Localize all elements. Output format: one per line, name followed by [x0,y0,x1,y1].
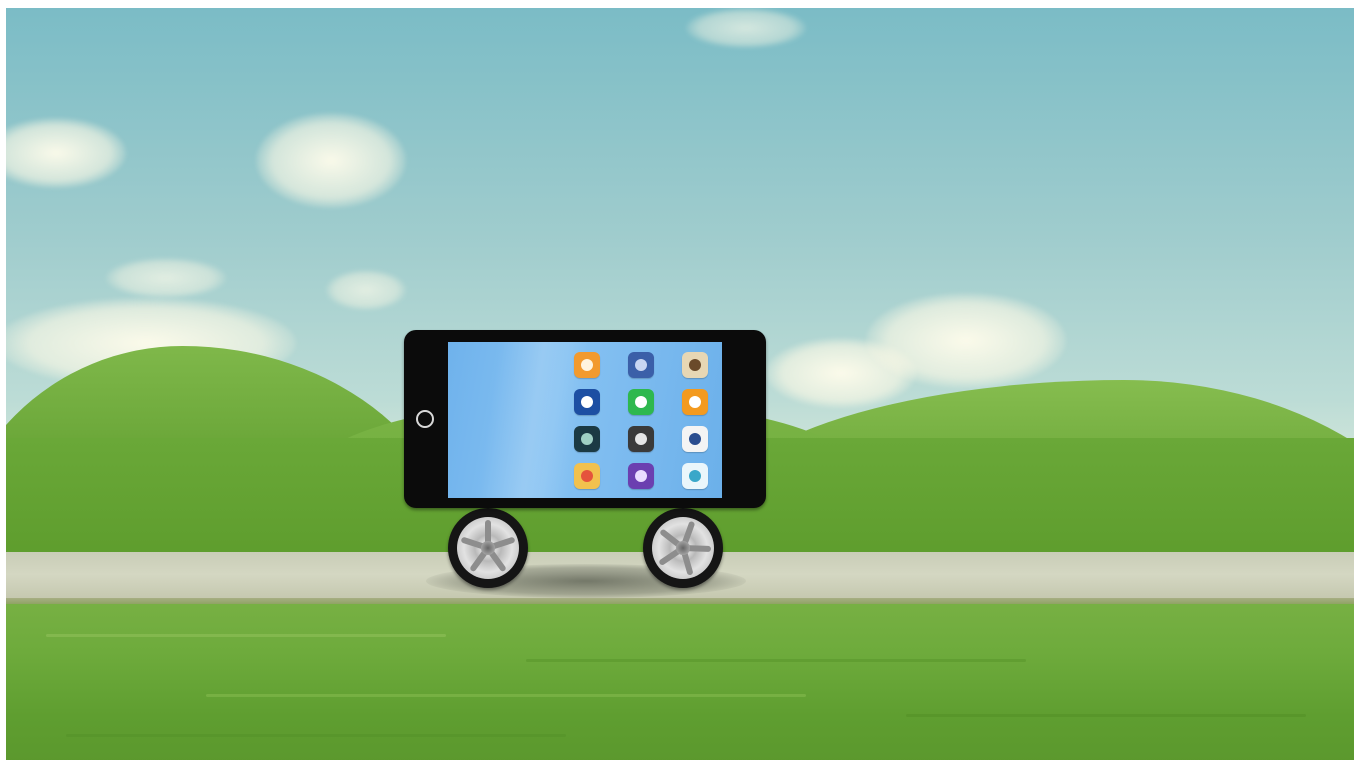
grass-streak [46,634,446,637]
app-glyph [635,470,647,482]
grass-streak [526,659,1026,662]
app-glyph [689,470,701,482]
front-wheel [643,508,723,588]
orange-cloud-app-icon [682,389,708,415]
app-glyph [635,396,647,408]
foreground-grass [6,604,1354,760]
app-glyph [581,396,593,408]
smartphone-body [404,330,766,508]
dark-book-app-icon [574,426,600,452]
purple-app-icon [628,463,654,489]
grass-streak [206,694,806,697]
orange-app-icon [574,352,600,378]
scene-frame [6,8,1354,760]
cloud [106,258,226,298]
grass-streak [906,714,1306,717]
blue-spiral-app-icon [628,352,654,378]
phone-screen [448,342,722,498]
wheel-hub [676,541,690,555]
app-glyph [689,396,701,408]
cloud [866,293,1066,388]
app-glyph [635,359,647,371]
app-glyph [689,359,701,371]
cloud [256,113,406,208]
teal-circle-app-icon [682,463,708,489]
home-button [416,410,434,428]
app-glyph [689,433,701,445]
app-glyph [635,433,647,445]
blue-yellow-app-icon [682,426,708,452]
app-glyph [581,359,593,371]
grass-streak [66,734,566,737]
app-icon-grid [574,352,708,489]
photo-person-app-icon [682,352,708,378]
app-glyph [581,433,593,445]
camera-lens-app-icon [628,426,654,452]
wheel-rim [652,517,714,579]
dots-grid-app-icon [574,389,600,415]
cloud [326,270,406,310]
green-leaf-app-icon [628,389,654,415]
wheel-rim [457,517,519,579]
colorful-photos-app-icon [574,463,600,489]
rear-wheel [448,508,528,588]
app-glyph [581,470,593,482]
cloud [686,8,806,48]
wheel-hub [481,541,495,555]
